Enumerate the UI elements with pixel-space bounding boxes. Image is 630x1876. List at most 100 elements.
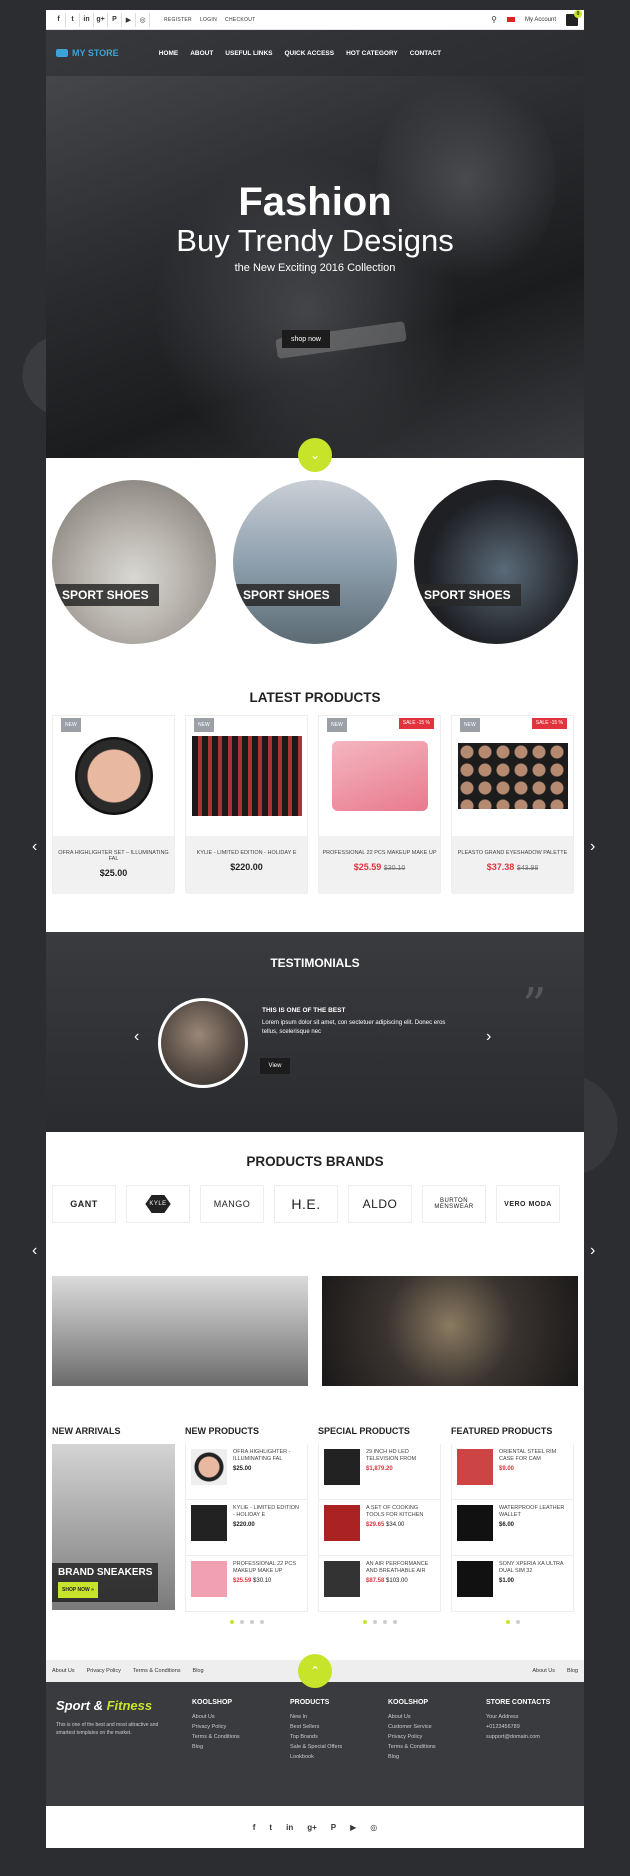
list-item[interactable]: PROFESSIONAL 22 PCS MAKEUP MAKE UP $25.59… <box>185 1556 308 1612</box>
footer-link[interactable]: About Us <box>532 1668 555 1674</box>
footer-link[interactable]: Terms & Conditions <box>388 1742 468 1752</box>
pinterest-icon[interactable]: P <box>331 1823 336 1832</box>
product-card[interactable]: NEW KYLIE - LIMITED EDITION - HOLIDAY E $… <box>185 715 308 894</box>
product-name[interactable]: OFRA HIGHLIGHTER SET – ILLUMINATING FAL <box>53 850 174 862</box>
testimonial-prev-icon[interactable]: ‹ <box>134 1028 139 1046</box>
latest-prev-icon[interactable]: ‹ <box>32 838 37 856</box>
featured-products-title: FEATURED PRODUCTS <box>451 1426 553 1436</box>
product-name[interactable]: KYLIE - LIMITED EDITION - HOLIDAY E <box>186 850 307 856</box>
login-link[interactable]: LOGIN <box>200 17 217 23</box>
footer-link[interactable]: Top Brands <box>290 1732 370 1742</box>
google-plus-icon[interactable]: g+ <box>94 12 108 27</box>
brand-logo[interactable]: H.E. <box>274 1185 338 1223</box>
footer-link[interactable]: Terms & Conditions <box>133 1668 181 1674</box>
footer-logo[interactable]: Sport & Fitness <box>56 1698 174 1713</box>
product-card[interactable]: NEW SALE -15 % PLEASTO GRAND EYESHADOW P… <box>451 715 574 894</box>
nav-home[interactable]: HOME <box>159 50 179 57</box>
list-item[interactable]: A SET OF COOKING TOOLS FOR KITCHEN $29.65… <box>318 1500 441 1556</box>
footer-link[interactable]: Blog <box>193 1668 204 1674</box>
brands-next-icon[interactable]: › <box>590 1242 595 1260</box>
footer-link[interactable]: Best Sellers <box>290 1722 370 1732</box>
category-sport-shoes-2[interactable]: SPORT SHOES <box>233 480 397 644</box>
brand-logo[interactable]: VERO MODA <box>496 1185 560 1223</box>
list-item[interactable]: KYLIE - LIMITED EDITION - HOLIDAY E $220.… <box>185 1500 308 1556</box>
footer-link[interactable]: Blog <box>192 1742 272 1752</box>
weightlifter-banner[interactable] <box>322 1276 578 1386</box>
shop-now-button[interactable]: shop now <box>282 330 330 348</box>
carousel-dots[interactable] <box>318 1620 441 1624</box>
list-item[interactable]: 29 INCH HD LED TELEVISION FROM $1,879.20 <box>318 1444 441 1500</box>
shop-now-small-button[interactable]: SHOP NOW » <box>58 1582 98 1598</box>
youtube-icon[interactable]: ▶ <box>350 1823 356 1832</box>
product-name[interactable]: PROFESSIONAL 22 PCS MAKEUP MAKE UP <box>319 850 440 856</box>
facebook-icon[interactable]: f <box>52 12 66 27</box>
instagram-icon[interactable]: ◎ <box>370 1823 377 1832</box>
footer-link[interactable]: Blog <box>567 1668 578 1674</box>
brand-logo[interactable]: ALDO <box>348 1185 412 1223</box>
new-arrivals-banner[interactable]: BRAND SNEAKERS SHOP NOW » <box>52 1444 175 1610</box>
youtube-icon[interactable]: ▶ <box>122 12 136 27</box>
product-name[interactable]: PLEASTO GRAND EYESHADOW PALETTE <box>452 850 573 856</box>
linkedin-icon[interactable]: in <box>80 12 94 27</box>
nav-useful-links[interactable]: USEFUL LINKS <box>225 50 272 57</box>
search-icon[interactable]: ⚲ <box>491 15 497 24</box>
instagram-icon[interactable]: ◎ <box>136 12 150 27</box>
brand-logo[interactable]: MANGO <box>200 1185 264 1223</box>
footer-link[interactable]: Terms & Conditions <box>192 1732 272 1742</box>
brand-logo[interactable]: GANT <box>52 1185 116 1223</box>
nav-hot-category[interactable]: HOT CATEGORY <box>346 50 398 57</box>
testimonial-view-button[interactable]: View <box>260 1058 290 1074</box>
footer-link[interactable]: Privacy Policy <box>87 1668 121 1674</box>
pinterest-icon[interactable]: P <box>108 12 122 27</box>
footer-link[interactable]: About Us <box>388 1712 468 1722</box>
page: f t in g+ P ▶ ◎ REGISTER LOGIN CHECKOUT … <box>46 9 584 1848</box>
scroll-down-icon[interactable]: ⌄ <box>298 438 332 472</box>
footer-link[interactable]: Privacy Policy <box>388 1732 468 1742</box>
nav-contact[interactable]: CONTACT <box>410 50 441 57</box>
gym-equipment-banner[interactable] <box>52 1276 308 1386</box>
cart-icon[interactable]: 0 <box>566 9 582 26</box>
brands-title: PRODUCTS BRANDS <box>246 1154 384 1169</box>
category-sport-shoes-3[interactable]: SPORT SHOES <box>414 480 578 644</box>
footer-link[interactable]: About Us <box>192 1712 272 1722</box>
footer-link[interactable]: Privacy Policy <box>192 1722 272 1732</box>
brand-logo[interactable]: BURTON MENSWEAR <box>422 1185 486 1223</box>
category-sport-shoes-1[interactable]: SPORT SHOES <box>52 480 216 644</box>
product-lists: NEW ARRIVALS BRAND SNEAKERS SHOP NOW » NE… <box>46 1426 584 1660</box>
footer-link[interactable]: Lookbook <box>290 1752 370 1762</box>
footer-link[interactable]: Blog <box>388 1752 468 1762</box>
nav-quick-access[interactable]: QUICK ACCESS <box>285 50 335 57</box>
product-card[interactable]: NEW SALE -15 % PROFESSIONAL 22 PCS MAKEU… <box>318 715 441 894</box>
top-bar: f t in g+ P ▶ ◎ REGISTER LOGIN CHECKOUT … <box>46 9 584 30</box>
list-item[interactable]: OFRA HIGHLIGHTER - ILLUMINATING FAL $25.0… <box>185 1444 308 1500</box>
list-item[interactable]: AN AIR PERFORMANCE AND BREATHABLE AIR $87… <box>318 1556 441 1612</box>
list-item[interactable]: SONY XPERIA XA ULTRA DUAL SIM 32 $1.00 <box>451 1556 574 1612</box>
list-item[interactable]: WATERPROOF LEATHER WALLET $6.00 <box>451 1500 574 1556</box>
nav-about[interactable]: ABOUT <box>190 50 213 57</box>
email-link[interactable]: support@domain.com <box>486 1732 566 1742</box>
promo-banners <box>46 1276 584 1426</box>
language-flag-icon[interactable] <box>506 17 515 22</box>
google-plus-icon[interactable]: g+ <box>307 1823 317 1832</box>
checkout-link[interactable]: CHECKOUT <box>225 17 255 23</box>
carousel-dots[interactable] <box>185 1620 308 1624</box>
store-logo[interactable]: MY STORE <box>56 48 119 58</box>
footer-link[interactable]: Sale & Special Offers <box>290 1742 370 1752</box>
twitter-icon[interactable]: t <box>269 1823 272 1832</box>
brand-logo[interactable]: KYLE <box>126 1185 190 1223</box>
facebook-icon[interactable]: f <box>253 1823 256 1832</box>
testimonial-next-icon[interactable]: › <box>486 1028 491 1046</box>
footer-link[interactable]: Customer Service <box>388 1722 468 1732</box>
latest-next-icon[interactable]: › <box>590 838 595 856</box>
twitter-icon[interactable]: t <box>66 12 80 27</box>
brands-prev-icon[interactable]: ‹ <box>32 1242 37 1260</box>
linkedin-icon[interactable]: in <box>286 1823 293 1832</box>
my-account-link[interactable]: My Account <box>525 17 556 23</box>
footer-link[interactable]: New In <box>290 1712 370 1722</box>
footer-link[interactable]: About Us <box>52 1668 75 1674</box>
list-item[interactable]: ORIENTAL STEEL RIM CASE FOR CAM $9.00 <box>451 1444 574 1500</box>
product-card[interactable]: NEW OFRA HIGHLIGHTER SET – ILLUMINATING … <box>52 715 175 894</box>
register-link[interactable]: REGISTER <box>164 17 192 23</box>
carousel-dots[interactable] <box>451 1620 574 1624</box>
scroll-top-icon[interactable]: ⌃ <box>298 1654 332 1688</box>
